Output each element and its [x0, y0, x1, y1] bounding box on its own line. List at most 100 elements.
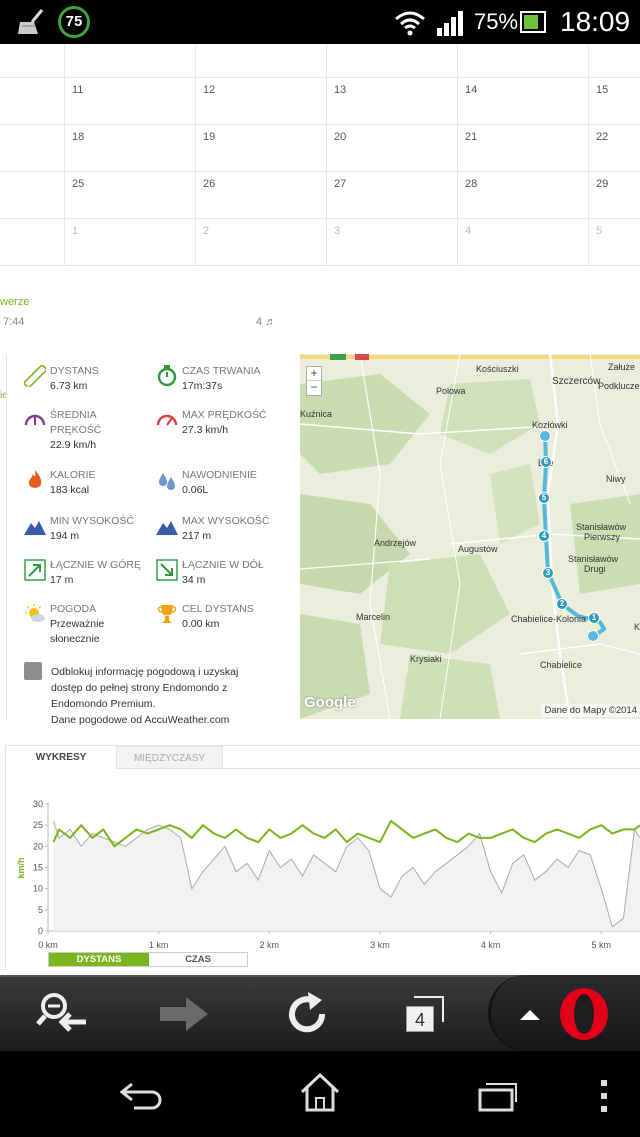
- map-label: Kozłówki: [532, 420, 568, 430]
- flame-icon: [28, 470, 42, 488]
- calendar-day[interactable]: 15: [588, 78, 640, 124]
- waypoint-marker[interactable]: 2: [556, 598, 568, 610]
- calendar-day[interactable]: 18: [64, 125, 195, 171]
- tab-charts[interactable]: WYKRESY: [6, 746, 116, 769]
- map-label: Stanisławów: [568, 554, 619, 564]
- map-label: Polowa: [436, 386, 466, 396]
- stat-value: 194 m: [50, 530, 80, 542]
- map-label: Chabielice: [540, 660, 583, 670]
- zoom-out-button[interactable]: −: [307, 381, 321, 395]
- promo-line: dostęp do pełnej strony Endomondo z: [51, 682, 228, 694]
- waypoint-marker[interactable]: 4: [538, 530, 550, 542]
- stat-calories: KALORIE 183 kcal: [24, 468, 164, 500]
- calendar-grid: 11 12 13 14 15 18 19 20 21 22 25 26 27 28 29 1 2 3 4 5: [0, 44, 640, 266]
- clock: 18:09: [560, 6, 631, 37]
- recents-icon[interactable]: [476, 1078, 520, 1114]
- map-zoom-control[interactable]: + −: [306, 366, 322, 396]
- stat-max-altitude: MAX WYSOKOŚĆ 217 m: [156, 514, 296, 546]
- forward-icon[interactable]: [158, 995, 210, 1033]
- stat-max-speed: MAX PRĘDKOŚĆ 27.3 km/h: [156, 408, 296, 440]
- calendar-day[interactable]: 25: [64, 172, 195, 218]
- battery-icon: [520, 11, 546, 33]
- zoom-in-button[interactable]: +: [307, 367, 321, 381]
- calendar-day[interactable]: 20: [326, 125, 457, 171]
- map-label: Andrzejów: [374, 538, 417, 548]
- workout-time: 7:44: [3, 316, 25, 328]
- calendar-cell: [0, 125, 64, 171]
- map-label: Augustów: [458, 544, 498, 554]
- weather-lock-icon: [24, 662, 42, 680]
- opera-logo-icon[interactable]: [556, 986, 612, 1042]
- sun-cloud-icon: [25, 604, 45, 622]
- stat-label: MAX PRĘDKOŚĆ: [182, 409, 267, 421]
- workout-sport-label[interactable]: werze: [0, 296, 29, 308]
- calendar-day[interactable]: 4: [457, 219, 588, 265]
- calendar-day[interactable]: 2: [195, 219, 326, 265]
- stat-label-line2: PRĘKOŚĆ: [50, 424, 102, 436]
- calendar-row-partial: [0, 44, 640, 78]
- arrow-up-right-icon: [24, 559, 46, 581]
- notification-badge: 75: [58, 6, 90, 38]
- calendar-day[interactable]: 13: [326, 78, 457, 124]
- stat-label: CZAS TRWANIA: [182, 365, 261, 377]
- calendar-cell: [195, 44, 326, 77]
- stat-label: MIN WYSOKOŚĆ: [50, 515, 135, 527]
- reload-icon[interactable]: [282, 990, 332, 1038]
- zoom-back-icon[interactable]: [36, 990, 88, 1036]
- calendar-day[interactable]: 22: [588, 125, 640, 171]
- calendar-cell: [0, 172, 64, 218]
- calendar-day[interactable]: 26: [195, 172, 326, 218]
- calendar-cell: [64, 44, 195, 77]
- stat-value: 0.06L: [182, 484, 209, 496]
- calendar-day[interactable]: 12: [195, 78, 326, 124]
- stat-min-altitude: MIN WYSOKOŚĆ 194 m: [24, 514, 164, 546]
- toggle-distance[interactable]: DYSTANS: [49, 953, 149, 966]
- calendar-day[interactable]: 3: [326, 219, 457, 265]
- tab-divider: [223, 768, 640, 769]
- battery-fill: [524, 15, 538, 29]
- map-label: Krysiaki: [410, 654, 442, 664]
- workout-music: 4 ♬: [256, 316, 277, 328]
- back-icon[interactable]: [118, 1078, 164, 1114]
- calendar-cell: [0, 219, 64, 265]
- calendar-day[interactable]: 1: [64, 219, 195, 265]
- mountain-icon: [24, 521, 46, 535]
- premium-promo[interactable]: Odblokuj informację pogodową i uzyskaj d…: [51, 664, 291, 728]
- stat-value: 183 kcal: [50, 484, 90, 496]
- route-end-marker[interactable]: [587, 630, 599, 642]
- home-icon[interactable]: [298, 1072, 342, 1114]
- stat-value: 17 m: [50, 574, 74, 586]
- caret-up-icon[interactable]: [518, 1006, 542, 1024]
- divider: [6, 354, 7, 720]
- tab-splits[interactable]: MIĘDZYCZASY: [116, 746, 223, 769]
- stat-descent: ŁĄCZNIE W DÓŁ 34 m: [156, 558, 296, 590]
- promo-line: Endomondo Premium.: [51, 698, 156, 710]
- route-map[interactable]: + − Kościuszki Załuże Szczerców Podklucz…: [300, 354, 640, 719]
- waypoint-marker[interactable]: 6: [540, 456, 552, 468]
- overflow-menu-icon[interactable]: [598, 1078, 610, 1114]
- stat-label: CEL DYSTANS: [182, 603, 254, 615]
- stat-value: 217 m: [182, 530, 212, 542]
- calendar-day[interactable]: 27: [326, 172, 457, 218]
- map-label: Załuże: [608, 362, 636, 372]
- calendar-day[interactable]: 29: [588, 172, 640, 218]
- tab-count[interactable]: 4: [406, 1006, 434, 1032]
- google-logo: Google: [304, 694, 356, 711]
- stat-value: 6.73 km: [50, 380, 88, 392]
- calendar-day[interactable]: 14: [457, 78, 588, 124]
- toggle-time[interactable]: CZAS: [149, 953, 247, 966]
- calendar-day[interactable]: 19: [195, 125, 326, 171]
- calendar-day[interactable]: 21: [457, 125, 588, 171]
- calendar-day[interactable]: 11: [64, 78, 195, 124]
- stat-label: DYSTANS: [50, 365, 99, 377]
- route-start-marker[interactable]: [539, 430, 551, 442]
- map-copyright[interactable]: Dane do Mapy ©2014: [541, 704, 640, 717]
- arrow-down-right-icon: [156, 559, 178, 581]
- waypoint-marker[interactable]: 3: [542, 567, 554, 579]
- stat-ascent: ŁĄCZNIE W GÓRĘ 17 m: [24, 558, 164, 590]
- waypoint-marker[interactable]: 5: [538, 492, 550, 504]
- waypoint-marker[interactable]: 1: [588, 612, 600, 624]
- stat-label: ŚREDNIA: [50, 409, 97, 421]
- calendar-day[interactable]: 28: [457, 172, 588, 218]
- calendar-day[interactable]: 5: [588, 219, 640, 265]
